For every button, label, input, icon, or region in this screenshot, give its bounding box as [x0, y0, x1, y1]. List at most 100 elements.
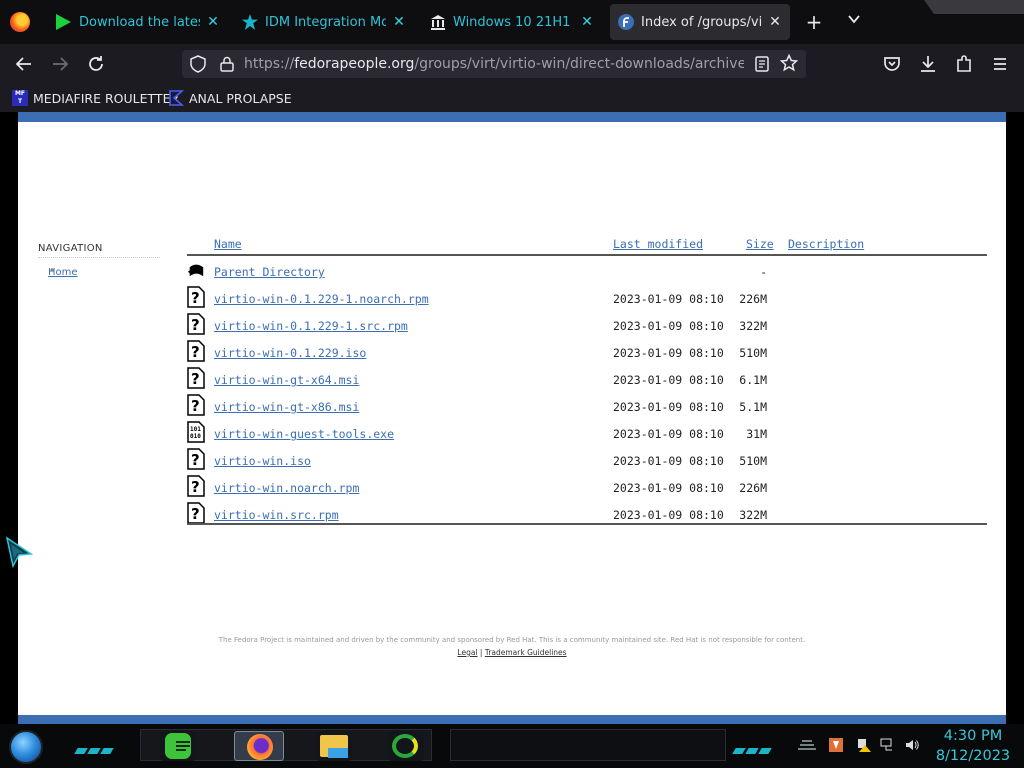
forward-arrow-icon [53, 57, 69, 71]
tab-label: Index of /groups/virt/virti [641, 14, 762, 30]
footer-band [18, 715, 1006, 724]
parent-directory-link[interactable]: Parent Directory [214, 265, 325, 279]
footer-separator: | [479, 648, 483, 657]
file-link[interactable]: virtio-win.iso [214, 454, 311, 468]
taskbar-installer-app[interactable] [388, 731, 424, 761]
file-link[interactable]: virtio-win.noarch.rpm [214, 481, 359, 495]
list-all-tabs-button[interactable] [844, 12, 864, 32]
file-size: 226M [739, 292, 767, 306]
bookmark-second[interactable]: ANAL PROLAPSE [168, 89, 292, 107]
close-tab-icon[interactable]: ✕ [768, 14, 782, 30]
sort-by-size-link[interactable]: Size [746, 237, 774, 251]
bookmark-site-icon [169, 90, 184, 106]
close-tab-icon[interactable]: ✕ [206, 14, 220, 30]
reload-button[interactable] [84, 52, 108, 76]
puzzle-piece-icon [957, 55, 971, 72]
url-text[interactable]: https://fedorapeople.org/groups/virt/vir… [244, 56, 744, 72]
file-link[interactable]: virtio-win-0.1.229-1.noarch.rpm [214, 292, 429, 306]
header-band [18, 112, 1006, 122]
app-menu-button[interactable] [988, 52, 1012, 76]
decorative-glow [732, 739, 780, 754]
file-link[interactable]: virtio-win-gt-x64.msi [214, 373, 359, 387]
clock-date[interactable]: 8/12/2023 [928, 748, 1018, 764]
extensions-button[interactable] [952, 52, 976, 76]
tab-label: IDM Integration Module [265, 14, 386, 30]
svg-text:?: ? [191, 370, 200, 388]
file-link[interactable]: virtio-win-guest-tools.exe [214, 427, 394, 441]
legal-link[interactable]: Legal [457, 648, 477, 657]
window-frame-decoration [924, 0, 1024, 14]
reload-icon [89, 56, 103, 71]
start-orb-button[interactable] [9, 730, 43, 764]
bookmark-label: MEDIAFIRE ROULETTER [33, 90, 180, 106]
taskbar-chat-app[interactable] [160, 731, 196, 761]
binary-file-icon: 101010 [187, 421, 205, 443]
taskbar-file-explorer[interactable] [316, 731, 352, 761]
trademark-guidelines-link[interactable]: Trademark Guidelines [485, 648, 567, 657]
unknown-file-icon: ? [187, 394, 205, 416]
svg-text:?: ? [191, 505, 200, 523]
archive-org-icon [431, 15, 445, 30]
new-tab-button[interactable]: + [804, 12, 824, 32]
table-row: ? virtio-win-gt-x86.msi 2023-01-09 08:10 5.… [187, 394, 987, 425]
action-center-flag-icon[interactable] [856, 737, 872, 753]
tab-idm[interactable]: IDM Integration Module ✕ [234, 4, 414, 40]
mediafire-icon-text: MF T [14, 90, 26, 105]
clock-time[interactable]: 4:30 PM [928, 728, 1018, 744]
file-link[interactable]: virtio-win-0.1.229.iso [214, 346, 366, 360]
folder-icon [320, 735, 348, 758]
pocket-icon [884, 57, 900, 71]
volume-icon[interactable] [904, 737, 920, 753]
taskbar-firefox[interactable] [234, 731, 284, 761]
web-page: NAVIGATION • Home Name Last modified Siz… [18, 112, 1006, 724]
back-folder-icon [187, 264, 204, 277]
sidebar-divider [38, 257, 160, 258]
close-tab-icon[interactable]: ✕ [580, 14, 594, 30]
update-notification-icon[interactable] [828, 737, 844, 753]
svg-text:?: ? [191, 451, 200, 469]
file-size: 510M [739, 454, 767, 468]
bookmark-label: ANAL PROLAPSE [189, 90, 292, 106]
file-size: 322M [739, 508, 767, 522]
unknown-file-icon: ? [187, 286, 205, 308]
table-row: 101 010 virtio-win-guest-tools.exe 2023-01-… [187, 421, 987, 452]
url-scheme: https:// [244, 56, 295, 72]
firefox-icon [247, 734, 273, 760]
file-size: 31M [746, 427, 767, 441]
sort-by-name-link[interactable]: Name [214, 237, 242, 251]
network-icon[interactable] [880, 737, 896, 753]
sort-by-description-link[interactable]: Description [788, 237, 864, 251]
header-rule [187, 254, 987, 256]
table-row: ? virtio-win-0.1.229-1.noarch.rpm 2023-01-… [187, 286, 987, 317]
tab-windows[interactable]: Windows 10 21H1 Japane ✕ [422, 4, 602, 40]
close-tab-icon[interactable]: ✕ [392, 14, 406, 30]
tray-expand-icon[interactable] [796, 737, 818, 753]
decorative-glow [74, 739, 122, 754]
tab-download[interactable]: Download the latest free ✕ [48, 4, 228, 40]
footer-links: Legal | Trademark Guidelines [18, 648, 1006, 657]
bookmark-mediafire[interactable]: MF T MEDIAFIRE ROULETTER [12, 89, 179, 107]
bookmark-star-icon[interactable] [780, 54, 798, 72]
lock-icon[interactable] [220, 56, 234, 72]
file-link[interactable]: virtio-win-0.1.229-1.src.rpm [214, 319, 408, 333]
file-link[interactable]: virtio-win-gt-x86.msi [214, 400, 359, 414]
tracking-protection-shield-icon[interactable] [190, 55, 206, 73]
pocket-button[interactable] [880, 52, 904, 76]
sort-by-modified-link[interactable]: Last modified [613, 237, 703, 251]
tab-strip: Download the latest free ✕ IDM Integrati… [0, 0, 1024, 44]
svg-text:?: ? [191, 397, 200, 415]
hamburger-menu-icon [994, 58, 1006, 70]
table-row: ? virtio-win-0.1.229.iso 2023-01-09 08:10 5… [187, 340, 987, 371]
tab-index-of[interactable]: Index of /groups/virt/virti ✕ [610, 4, 790, 40]
downloads-button[interactable] [916, 52, 940, 76]
address-bar[interactable]: https://fedorapeople.org/groups/virt/vir… [182, 50, 806, 78]
file-modified: 2023-01-09 08:10 [613, 508, 724, 522]
reader-view-icon[interactable] [754, 56, 770, 72]
svg-text:?: ? [191, 316, 200, 334]
home-link[interactable]: Home [48, 267, 78, 278]
firefox-menu-icon[interactable] [10, 12, 30, 32]
tab-label: Windows 10 21H1 Japane [453, 14, 574, 30]
back-button[interactable] [12, 52, 36, 76]
file-link[interactable]: virtio-win.src.rpm [214, 508, 339, 522]
forward-button[interactable] [48, 52, 72, 76]
